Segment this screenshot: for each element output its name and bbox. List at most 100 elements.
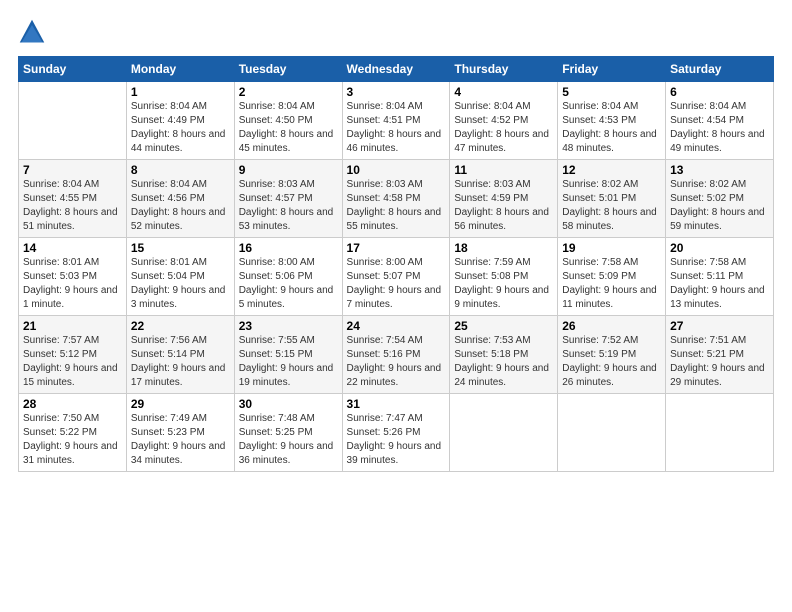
day-cell: 13Sunrise: 8:02 AMSunset: 5:02 PMDayligh… [666, 160, 774, 238]
day-number: 30 [239, 397, 338, 411]
day-info: Sunrise: 8:04 AMSunset: 4:49 PMDaylight:… [131, 100, 230, 156]
day-info: Sunrise: 8:03 AMSunset: 4:59 PMDaylight:… [454, 178, 553, 234]
weekday-header-thursday: Thursday [450, 57, 558, 82]
day-number: 14 [23, 241, 122, 255]
day-cell: 2Sunrise: 8:04 AMSunset: 4:50 PMDaylight… [234, 82, 342, 160]
day-cell: 29Sunrise: 7:49 AMSunset: 5:23 PMDayligh… [126, 394, 234, 472]
weekday-header-monday: Monday [126, 57, 234, 82]
day-info: Sunrise: 8:01 AMSunset: 5:03 PMDaylight:… [23, 256, 122, 312]
day-number: 29 [131, 397, 230, 411]
day-cell: 28Sunrise: 7:50 AMSunset: 5:22 PMDayligh… [19, 394, 127, 472]
day-info: Sunrise: 8:03 AMSunset: 4:57 PMDaylight:… [239, 178, 338, 234]
day-info: Sunrise: 8:02 AMSunset: 5:02 PMDaylight:… [670, 178, 769, 234]
day-number: 21 [23, 319, 122, 333]
day-info: Sunrise: 8:01 AMSunset: 5:04 PMDaylight:… [131, 256, 230, 312]
day-number: 5 [562, 85, 661, 99]
week-row-4: 21Sunrise: 7:57 AMSunset: 5:12 PMDayligh… [19, 316, 774, 394]
header [18, 18, 774, 46]
page: SundayMondayTuesdayWednesdayThursdayFrid… [0, 0, 792, 612]
day-cell: 21Sunrise: 7:57 AMSunset: 5:12 PMDayligh… [19, 316, 127, 394]
day-cell [450, 394, 558, 472]
day-number: 6 [670, 85, 769, 99]
week-row-2: 7Sunrise: 8:04 AMSunset: 4:55 PMDaylight… [19, 160, 774, 238]
day-number: 27 [670, 319, 769, 333]
day-cell: 6Sunrise: 8:04 AMSunset: 4:54 PMDaylight… [666, 82, 774, 160]
day-info: Sunrise: 7:51 AMSunset: 5:21 PMDaylight:… [670, 334, 769, 390]
day-number: 4 [454, 85, 553, 99]
day-number: 12 [562, 163, 661, 177]
day-cell: 14Sunrise: 8:01 AMSunset: 5:03 PMDayligh… [19, 238, 127, 316]
day-cell: 5Sunrise: 8:04 AMSunset: 4:53 PMDaylight… [558, 82, 666, 160]
weekday-header-sunday: Sunday [19, 57, 127, 82]
day-info: Sunrise: 8:04 AMSunset: 4:53 PMDaylight:… [562, 100, 661, 156]
day-number: 13 [670, 163, 769, 177]
day-number: 9 [239, 163, 338, 177]
day-number: 25 [454, 319, 553, 333]
day-info: Sunrise: 8:04 AMSunset: 4:56 PMDaylight:… [131, 178, 230, 234]
day-number: 16 [239, 241, 338, 255]
day-cell: 31Sunrise: 7:47 AMSunset: 5:26 PMDayligh… [342, 394, 450, 472]
calendar-table: SundayMondayTuesdayWednesdayThursdayFrid… [18, 56, 774, 472]
weekday-header-row: SundayMondayTuesdayWednesdayThursdayFrid… [19, 57, 774, 82]
day-cell [558, 394, 666, 472]
weekday-header-wednesday: Wednesday [342, 57, 450, 82]
day-info: Sunrise: 7:58 AMSunset: 5:11 PMDaylight:… [670, 256, 769, 312]
day-cell: 11Sunrise: 8:03 AMSunset: 4:59 PMDayligh… [450, 160, 558, 238]
day-number: 2 [239, 85, 338, 99]
logo [18, 18, 50, 46]
day-info: Sunrise: 7:50 AMSunset: 5:22 PMDaylight:… [23, 412, 122, 468]
day-cell: 10Sunrise: 8:03 AMSunset: 4:58 PMDayligh… [342, 160, 450, 238]
day-number: 7 [23, 163, 122, 177]
day-info: Sunrise: 7:47 AMSunset: 5:26 PMDaylight:… [347, 412, 446, 468]
day-info: Sunrise: 7:54 AMSunset: 5:16 PMDaylight:… [347, 334, 446, 390]
day-cell: 20Sunrise: 7:58 AMSunset: 5:11 PMDayligh… [666, 238, 774, 316]
logo-icon [18, 18, 46, 46]
day-info: Sunrise: 7:55 AMSunset: 5:15 PMDaylight:… [239, 334, 338, 390]
day-cell: 26Sunrise: 7:52 AMSunset: 5:19 PMDayligh… [558, 316, 666, 394]
day-info: Sunrise: 7:48 AMSunset: 5:25 PMDaylight:… [239, 412, 338, 468]
weekday-header-tuesday: Tuesday [234, 57, 342, 82]
day-cell: 17Sunrise: 8:00 AMSunset: 5:07 PMDayligh… [342, 238, 450, 316]
day-info: Sunrise: 8:04 AMSunset: 4:52 PMDaylight:… [454, 100, 553, 156]
day-cell: 9Sunrise: 8:03 AMSunset: 4:57 PMDaylight… [234, 160, 342, 238]
day-info: Sunrise: 7:49 AMSunset: 5:23 PMDaylight:… [131, 412, 230, 468]
day-cell: 22Sunrise: 7:56 AMSunset: 5:14 PMDayligh… [126, 316, 234, 394]
day-cell: 27Sunrise: 7:51 AMSunset: 5:21 PMDayligh… [666, 316, 774, 394]
day-number: 1 [131, 85, 230, 99]
day-cell: 25Sunrise: 7:53 AMSunset: 5:18 PMDayligh… [450, 316, 558, 394]
day-info: Sunrise: 7:56 AMSunset: 5:14 PMDaylight:… [131, 334, 230, 390]
day-cell: 8Sunrise: 8:04 AMSunset: 4:56 PMDaylight… [126, 160, 234, 238]
day-cell [19, 82, 127, 160]
week-row-5: 28Sunrise: 7:50 AMSunset: 5:22 PMDayligh… [19, 394, 774, 472]
day-info: Sunrise: 7:53 AMSunset: 5:18 PMDaylight:… [454, 334, 553, 390]
day-number: 20 [670, 241, 769, 255]
day-cell: 4Sunrise: 8:04 AMSunset: 4:52 PMDaylight… [450, 82, 558, 160]
day-cell: 30Sunrise: 7:48 AMSunset: 5:25 PMDayligh… [234, 394, 342, 472]
day-number: 31 [347, 397, 446, 411]
day-number: 22 [131, 319, 230, 333]
day-info: Sunrise: 7:57 AMSunset: 5:12 PMDaylight:… [23, 334, 122, 390]
day-number: 24 [347, 319, 446, 333]
day-cell: 15Sunrise: 8:01 AMSunset: 5:04 PMDayligh… [126, 238, 234, 316]
day-cell: 18Sunrise: 7:59 AMSunset: 5:08 PMDayligh… [450, 238, 558, 316]
day-number: 8 [131, 163, 230, 177]
day-number: 10 [347, 163, 446, 177]
day-info: Sunrise: 8:02 AMSunset: 5:01 PMDaylight:… [562, 178, 661, 234]
day-cell: 23Sunrise: 7:55 AMSunset: 5:15 PMDayligh… [234, 316, 342, 394]
day-number: 28 [23, 397, 122, 411]
day-number: 11 [454, 163, 553, 177]
week-row-1: 1Sunrise: 8:04 AMSunset: 4:49 PMDaylight… [19, 82, 774, 160]
day-cell: 16Sunrise: 8:00 AMSunset: 5:06 PMDayligh… [234, 238, 342, 316]
day-cell: 19Sunrise: 7:58 AMSunset: 5:09 PMDayligh… [558, 238, 666, 316]
week-row-3: 14Sunrise: 8:01 AMSunset: 5:03 PMDayligh… [19, 238, 774, 316]
weekday-header-saturday: Saturday [666, 57, 774, 82]
day-number: 17 [347, 241, 446, 255]
day-info: Sunrise: 8:00 AMSunset: 5:06 PMDaylight:… [239, 256, 338, 312]
day-number: 26 [562, 319, 661, 333]
day-cell: 7Sunrise: 8:04 AMSunset: 4:55 PMDaylight… [19, 160, 127, 238]
day-info: Sunrise: 8:03 AMSunset: 4:58 PMDaylight:… [347, 178, 446, 234]
day-info: Sunrise: 7:59 AMSunset: 5:08 PMDaylight:… [454, 256, 553, 312]
day-cell: 3Sunrise: 8:04 AMSunset: 4:51 PMDaylight… [342, 82, 450, 160]
weekday-header-friday: Friday [558, 57, 666, 82]
day-info: Sunrise: 8:04 AMSunset: 4:54 PMDaylight:… [670, 100, 769, 156]
